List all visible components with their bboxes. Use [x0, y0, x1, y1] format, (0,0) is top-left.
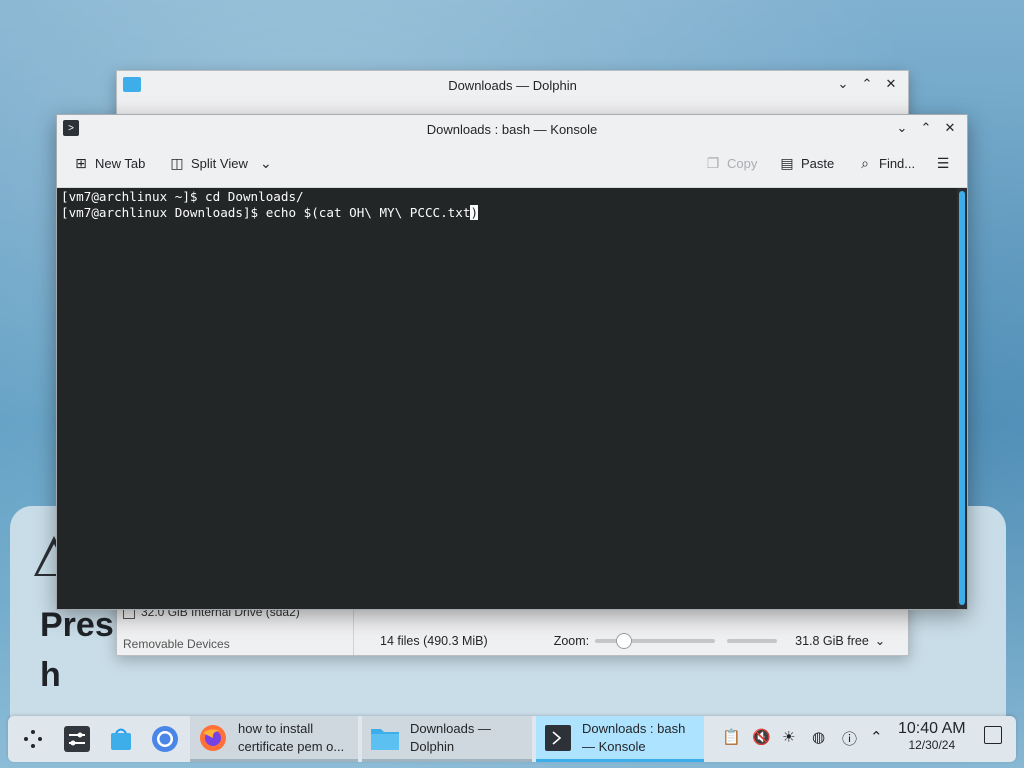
background-card-heading: Pres	[40, 606, 114, 644]
paste-button[interactable]: ▤ Paste	[779, 155, 834, 171]
dolphin-statusbar: 14 files (490.3 MiB) Zoom: 31.8 GiB free…	[354, 626, 908, 655]
task-dolphin-label: Downloads — Dolphin	[410, 720, 491, 756]
split-view-label: Split View	[191, 155, 248, 171]
copy-button[interactable]: ❐ Copy	[705, 154, 758, 171]
free-space[interactable]: 31.8 GiB free ⌄	[795, 633, 886, 649]
terminal-scrollbar-thumb[interactable]	[959, 191, 965, 605]
tray-expand-icon[interactable]: ⌃	[870, 728, 883, 746]
new-tab-button[interactable]: ⊞ New Tab	[73, 155, 145, 171]
search-icon: ⌕	[861, 154, 869, 171]
zoom-label: Zoom:	[553, 633, 590, 648]
task-dolphin[interactable]: Downloads — Dolphin	[362, 716, 532, 762]
taskbar: how to install certificate pem o... Down…	[8, 716, 1016, 762]
settings-sliders-icon	[64, 726, 90, 752]
places-section-removable: Removable Devices	[123, 637, 230, 651]
maximize-button[interactable]: ⌃	[858, 75, 876, 93]
dolphin-titlebar[interactable]: Downloads — Dolphin ⌄ ⌃ ✕	[117, 71, 908, 99]
task-firefox-label-2: certificate pem o...	[238, 738, 345, 754]
application-launcher[interactable]	[18, 724, 48, 754]
terminal-cursor: )	[470, 205, 479, 220]
dolphin-title: Downloads — Dolphin	[448, 77, 577, 93]
close-button[interactable]: ✕	[882, 75, 900, 93]
chevron-down-icon: ⌄	[874, 634, 886, 648]
konsole-titlebar[interactable]: > Downloads : bash — Konsole ⌄ ⌃ ✕	[57, 115, 967, 143]
kde-launcher-icon	[24, 730, 42, 748]
zoom-control: Zoom:	[553, 632, 778, 649]
firefox-icon	[200, 724, 226, 751]
task-firefox[interactable]: how to install certificate pem o...	[190, 716, 358, 762]
terminal-output[interactable]: [vm7@archlinux ~]$ cd Downloads/ [vm7@ar…	[57, 188, 957, 609]
task-konsole-label-2: — Konsole	[582, 738, 646, 754]
show-desktop-icon[interactable]	[984, 726, 1002, 744]
terminal-line-1: [vm7@archlinux ~]$ cd Downloads/	[61, 189, 304, 204]
system-settings-launcher[interactable]	[62, 724, 92, 754]
chromium-launcher[interactable]	[150, 724, 180, 754]
paste-label: Paste	[801, 155, 835, 171]
task-firefox-label-1: how to install	[238, 720, 314, 736]
copy-icon: ❐	[706, 154, 720, 171]
konsole-toolbar: ⊞ New Tab ◫ Split View ⌄ ❐ Copy ▤ Paste …	[57, 143, 967, 188]
konsole-title: Downloads : bash — Konsole	[426, 121, 598, 137]
task-firefox-label: how to install certificate pem o...	[238, 720, 344, 756]
free-space-bar	[727, 638, 778, 643]
zoom-slider-handle[interactable]	[616, 632, 633, 649]
zoom-slider[interactable]	[595, 632, 716, 649]
hamburger-menu-icon: ☰	[936, 154, 950, 171]
maximize-button[interactable]: ⌃	[917, 119, 935, 137]
split-view-button[interactable]: ◫ Split View ⌄	[169, 155, 274, 171]
paste-icon: ▤	[780, 154, 794, 171]
task-konsole-label: Downloads : bash — Konsole	[582, 720, 685, 756]
digital-clock[interactable]: 10:40 AM 12/30/24	[898, 720, 966, 752]
clock-time: 10:40 AM	[898, 720, 966, 737]
brightness-icon[interactable]: ☀	[782, 728, 795, 746]
network-icon[interactable]: ◍	[812, 728, 825, 746]
terminal-icon: >	[63, 120, 79, 136]
konsole-window[interactable]: > Downloads : bash — Konsole ⌄ ⌃ ✕ ⊞ New…	[56, 114, 968, 610]
volume-muted-icon[interactable]: 🔇	[752, 728, 771, 746]
find-button[interactable]: ⌕ Find...	[857, 155, 915, 171]
new-tab-label: New Tab	[95, 155, 146, 171]
terminal-icon	[545, 724, 571, 751]
split-view-icon: ◫	[170, 154, 184, 171]
minimize-button[interactable]: ⌄	[834, 75, 852, 93]
status-file-count: 14 files (490.3 MiB)	[380, 633, 488, 648]
free-space-label: 31.8 GiB free	[795, 633, 869, 648]
close-button[interactable]: ✕	[941, 119, 959, 137]
find-label: Find...	[879, 155, 916, 171]
copy-label: Copy	[727, 155, 758, 171]
chevron-down-icon: ⌄	[259, 154, 272, 171]
new-tab-icon: ⊞	[75, 154, 87, 171]
discover-launcher[interactable]	[106, 724, 136, 754]
task-dolphin-label-1: Downloads —	[410, 720, 491, 736]
minimize-button[interactable]: ⌄	[893, 119, 911, 137]
terminal-line-2: [vm7@archlinux Downloads]$ echo $(cat OH…	[61, 205, 479, 220]
task-konsole-label-1: Downloads : bash	[582, 720, 686, 736]
help-icon[interactable]: ⓘ	[842, 728, 857, 749]
clipboard-icon[interactable]: 📋	[722, 728, 741, 746]
menu-button[interactable]: ☰	[935, 155, 951, 171]
chromium-icon	[152, 726, 178, 752]
folder-icon	[371, 728, 399, 750]
task-konsole[interactable]: Downloads : bash — Konsole	[536, 716, 704, 762]
clock-date: 12/30/24	[908, 738, 956, 752]
folder-icon	[123, 77, 141, 92]
store-bag-icon	[111, 728, 131, 750]
task-dolphin-label-2: Dolphin	[410, 738, 455, 754]
background-card-heading-2: h	[40, 656, 61, 694]
terminal-line-2-text: [vm7@archlinux Downloads]$ echo $(cat OH…	[61, 205, 471, 220]
